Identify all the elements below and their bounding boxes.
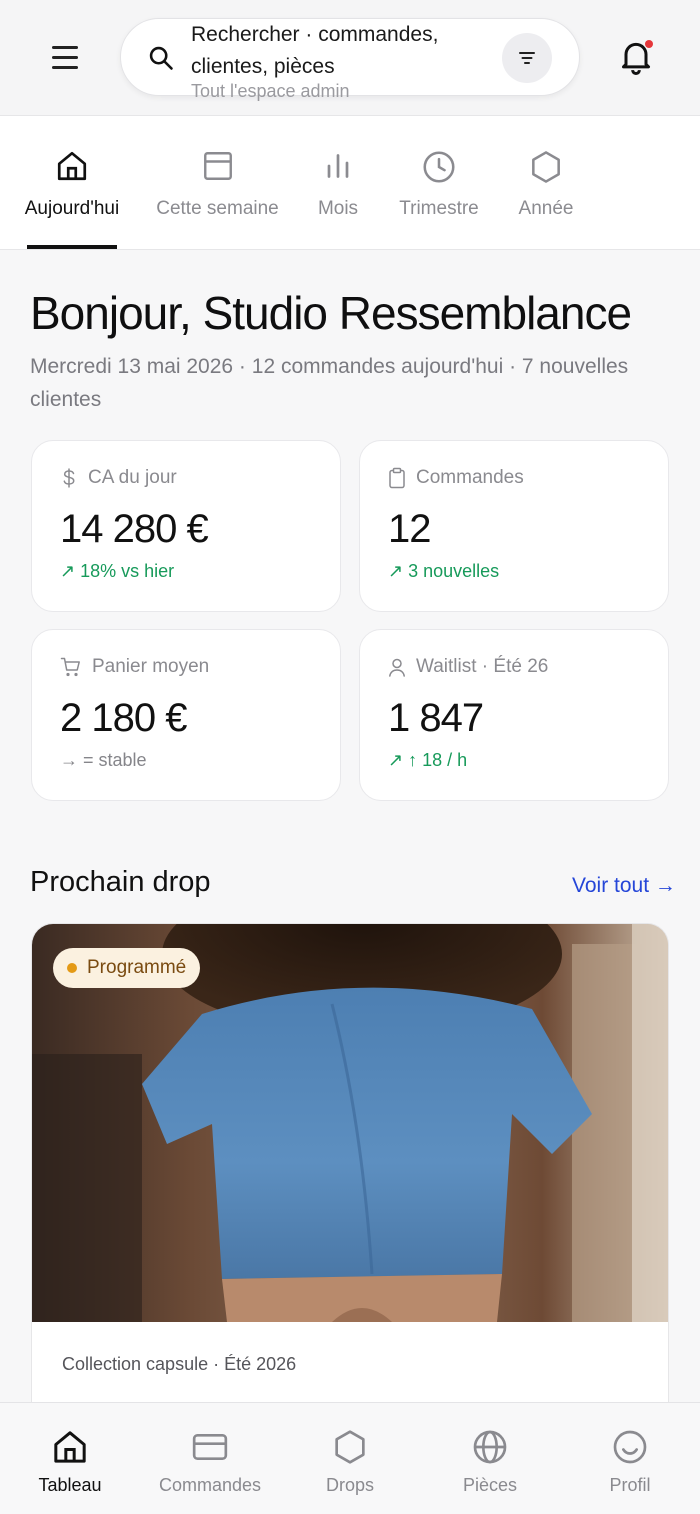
nav-label: Pièces	[462, 1475, 518, 1495]
section-title: Prochain drop	[30, 866, 211, 898]
search-bar[interactable]: Rechercher · commandes, clientes, pièces…	[120, 18, 580, 101]
nav-label: Commandes	[158, 1475, 262, 1495]
calendar-icon	[203, 152, 232, 180]
see-all-link[interactable]: Voir tout →	[572, 874, 676, 898]
clock-icon	[423, 151, 455, 183]
filter-button[interactable]	[502, 33, 552, 83]
nav-label: Profil	[609, 1475, 651, 1495]
status-dot-icon	[67, 963, 77, 973]
tab-label: Mois	[317, 198, 359, 219]
stat-header: Panier moyen	[60, 656, 209, 678]
bottom-nav: Tableau Commandes Drops Pièces Profil	[0, 1402, 700, 1514]
tab-label: Cette semaine	[156, 198, 279, 219]
stat-card-waitlist[interactable]: Waitlist · Été 26 1 847 ↗ ↑ 18 / h	[359, 629, 669, 801]
stat-label: Waitlist · Été 26	[416, 656, 549, 677]
nav-item-profile[interactable]: Profil	[560, 1403, 700, 1514]
nav-item-drops[interactable]: Drops	[280, 1403, 420, 1514]
stat-label: Commandes	[416, 467, 524, 488]
dollar-icon	[63, 468, 75, 488]
page-title: Bonjour, Studio Ressemblance	[30, 287, 632, 339]
stat-delta: ↗ ↑ 18 / h	[388, 750, 468, 770]
stat-card-basket[interactable]: Panier moyen 2 180 € → = stable	[31, 629, 341, 801]
notification-dot	[645, 40, 653, 48]
status-badge: Programmé	[53, 948, 201, 988]
user-icon	[389, 658, 405, 677]
stat-header: Commandes	[388, 467, 524, 489]
tab-label: Trimestre	[399, 198, 479, 219]
hexagon-icon	[532, 151, 560, 183]
stat-label: CA du jour	[88, 467, 177, 488]
cart-icon	[60, 657, 80, 677]
clipboard-icon	[389, 467, 405, 489]
tab-month[interactable]: Mois	[305, 116, 371, 250]
stat-value: 14 280 €	[60, 507, 209, 551]
card-icon	[192, 1434, 228, 1460]
search-icon	[149, 46, 173, 70]
menu-icon-line	[52, 56, 78, 59]
tab-week[interactable]: Cette semaine	[150, 116, 285, 250]
nav-label: Tableau	[38, 1475, 102, 1495]
hexagon-icon	[335, 1430, 365, 1464]
page-subtitle: Mercredi 13 mai 2026 · 12 commandes aujo…	[30, 355, 629, 411]
active-tab-indicator	[27, 245, 117, 249]
stat-value: 12	[388, 507, 431, 551]
menu-icon-line	[52, 66, 78, 69]
stat-card-orders[interactable]: Commandes 12 ↗ 3 nouvelles	[359, 440, 669, 612]
home-icon	[54, 1431, 86, 1463]
search-scope: Tout l'espace admin	[191, 81, 350, 101]
stat-delta: ↗ 18% vs hier	[60, 561, 175, 581]
nav-item-dashboard[interactable]: Tableau	[0, 1403, 140, 1514]
stat-delta: ↗ 3 nouvelles	[388, 561, 500, 581]
tab-label: Aujourd'hui	[24, 198, 120, 219]
tab-quarter[interactable]: Trimestre	[392, 116, 486, 250]
home-icon	[57, 151, 87, 181]
period-tabs: Aujourd'hui Cette semaine Mois Trimestre…	[0, 116, 700, 250]
stat-label: Panier moyen	[92, 656, 210, 677]
stat-value: 2 180 €	[60, 696, 187, 740]
stat-header: CA du jour	[60, 467, 177, 489]
tab-today[interactable]: Aujourd'hui	[22, 116, 122, 250]
nav-item-orders[interactable]: Commandes	[140, 1403, 280, 1514]
tab-label: Année	[518, 198, 574, 219]
globe-icon	[473, 1430, 507, 1464]
filter-icon	[519, 52, 535, 64]
top-bar: Rechercher · commandes, clientes, pièces…	[0, 0, 700, 116]
stat-delta: → = stable	[60, 750, 147, 770]
stat-header: Waitlist · Été 26	[388, 656, 548, 678]
stat-value: 1 847	[388, 696, 484, 740]
smiley-icon	[613, 1430, 647, 1464]
tab-year[interactable]: Année	[510, 116, 582, 250]
menu-icon	[52, 46, 78, 49]
bar-chart-icon	[327, 154, 349, 178]
menu-button[interactable]	[44, 38, 84, 78]
nav-item-pieces[interactable]: Pièces	[420, 1403, 560, 1514]
status-badge-label: Programmé	[87, 957, 187, 978]
nav-label: Drops	[325, 1475, 374, 1495]
stat-card-revenue[interactable]: CA du jour 14 280 € ↗ 18% vs hier	[31, 440, 341, 612]
drop-card[interactable]: Programmé Collection capsule · Été 2026	[31, 923, 669, 1443]
drop-collection: Collection capsule · Été 2026	[62, 1354, 297, 1374]
search-placeholder: Rechercher · commandes, clientes, pièces	[191, 23, 439, 78]
